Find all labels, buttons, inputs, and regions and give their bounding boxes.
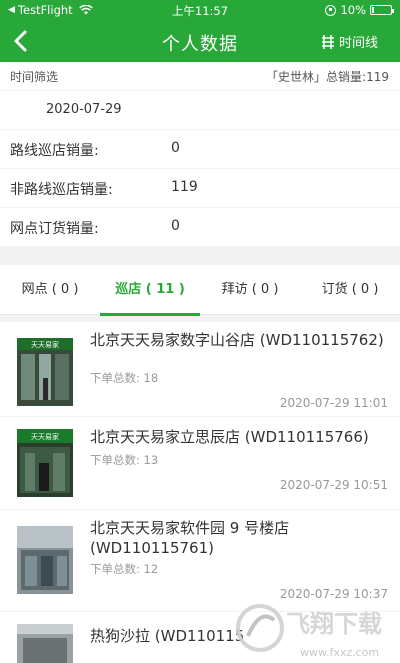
list-item[interactable]: 天天易家 北京天天易家立思辰店 (WD110115766) 下单总数: 13 2… xyxy=(0,417,400,509)
timeline-icon xyxy=(321,34,334,49)
order-count-value: 13 xyxy=(143,453,159,467)
stat-value: 119 xyxy=(171,179,198,195)
list-item[interactable]: 北京天天易家软件园 9 号楼店 (WD110115761) 下单总数: 12 2… xyxy=(0,510,400,611)
date-picker[interactable]: 2020-07-29 xyxy=(0,91,400,129)
store-name: 北京天天易家数字山谷店 (WD110115762) xyxy=(90,331,384,349)
tab-bar: 网点 ( 0 ) 巡店 ( 11 ) 拜访 ( 0 ) 订货 ( 0 ) xyxy=(0,265,400,316)
store-photo xyxy=(17,624,73,663)
order-count-value: 12 xyxy=(143,562,159,576)
store-sign: 天天易家 xyxy=(31,340,59,349)
store-photo xyxy=(17,526,73,594)
order-count-label: 下单总数: xyxy=(90,453,140,467)
order-count: 下单总数: 12 xyxy=(90,561,158,577)
store-name: 北京天天易家立思辰店 (WD110115766) xyxy=(90,428,369,446)
order-count: 下单总数: 13 xyxy=(90,452,158,468)
status-bar: ◀ TestFlight 上午11:57 10% xyxy=(0,0,400,20)
time-filter-label: 时间筛选 xyxy=(10,70,59,84)
list-item[interactable]: 天天易家 北京天天易家数字山谷店 (WD110115762) 下单总数: 18 … xyxy=(0,322,400,416)
battery-icon xyxy=(370,5,394,15)
nav-bar: 个人数据 时间线 xyxy=(0,20,400,62)
stat-non-route-sales: 非路线巡店销量: 119 xyxy=(0,169,400,207)
stat-outlet-order-sales: 网点订货销量: 0 xyxy=(0,208,400,246)
tab-visits[interactable]: 拜访 ( 0 ) xyxy=(200,265,300,315)
stat-label: 非路线巡店销量: xyxy=(10,182,113,198)
watermark-url: www.fxxz.com xyxy=(300,646,379,659)
selected-date: 2020-07-29 xyxy=(46,102,122,117)
order-count-label: 下单总数: xyxy=(90,562,140,576)
time-filter-row: 时间筛选 「史世林」总销量:119 xyxy=(0,62,400,90)
order-count: 下单总数: 18 xyxy=(90,370,158,386)
battery-percent: 10% xyxy=(340,3,366,17)
total-sales-summary: 「史世林」总销量:119 xyxy=(266,70,389,84)
store-sign: 天天易家 xyxy=(31,432,59,441)
tab-orders[interactable]: 订货 ( 0 ) xyxy=(300,265,400,315)
watermark-text: 飞翔下载 xyxy=(286,610,382,638)
stat-label: 路线巡店销量: xyxy=(10,143,99,159)
stat-route-sales: 路线巡店销量: 0 xyxy=(0,130,400,168)
store-photo: 天天易家 xyxy=(17,429,73,497)
visit-time: 2020-07-29 11:01 xyxy=(279,396,388,410)
timeline-label: 时间线 xyxy=(338,36,378,51)
store-name: 北京天天易家软件园 9 号楼店 (WD110115761) xyxy=(90,519,290,557)
stat-value: 0 xyxy=(171,140,180,156)
tab-outlets[interactable]: 网点 ( 0 ) xyxy=(0,265,100,315)
rotation-lock-icon xyxy=(325,4,337,16)
stat-value: 0 xyxy=(171,218,180,234)
tab-store-visits[interactable]: 巡店 ( 11 ) xyxy=(100,265,200,316)
store-photo: 天天易家 xyxy=(17,338,73,406)
visit-time: 2020-07-29 10:51 xyxy=(279,478,388,492)
stat-label: 网点订货销量: xyxy=(10,221,99,237)
site-watermark: 飞翔下载 www.fxxz.com xyxy=(236,604,382,659)
timeline-button[interactable]: 时间线 xyxy=(321,32,378,51)
order-count-label: 下单总数: xyxy=(90,371,140,385)
order-count-value: 18 xyxy=(143,371,159,385)
